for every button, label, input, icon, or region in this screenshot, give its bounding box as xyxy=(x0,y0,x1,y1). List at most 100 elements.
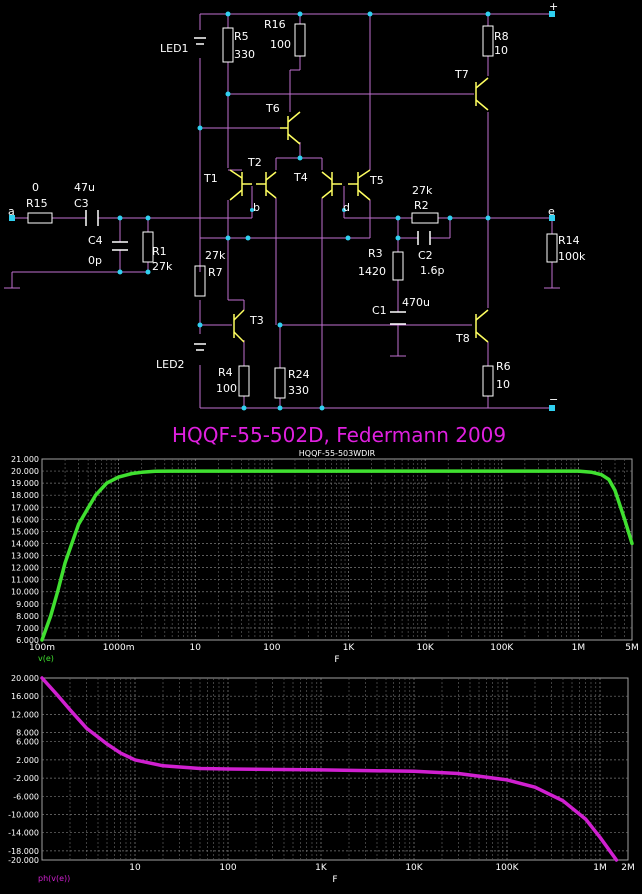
y-tick-label: 18.000 xyxy=(11,491,39,500)
y-tick-label: 8.000 xyxy=(16,612,39,621)
label-T7: T7 xyxy=(454,68,469,81)
transistor-T2 xyxy=(256,171,277,199)
wires xyxy=(11,13,553,409)
label-C4-value: 0p xyxy=(88,254,102,267)
node-e: e xyxy=(548,205,555,218)
y-tick-label: 16.000 xyxy=(11,692,39,701)
transistor-T7 xyxy=(475,77,489,111)
label-R14: R14 xyxy=(558,234,580,247)
label-C1: C1 xyxy=(372,304,387,317)
label-C2-value: 1.6p xyxy=(420,264,444,277)
phase-chart: 20.000 16.000 12.000 8.0006.000 2.000 -2.000 -… xyxy=(8,674,635,885)
resistor-R16 xyxy=(294,23,306,57)
label-R1: R1 xyxy=(152,245,167,258)
label-R8: R8 xyxy=(494,30,509,43)
x-tick-label: 1K xyxy=(315,863,328,873)
label-C2: C2 xyxy=(418,249,433,262)
label-R24-value: 330 xyxy=(288,384,309,397)
y-tick-label: 16.000 xyxy=(11,515,39,524)
y-tick-label: 8.000 xyxy=(16,729,39,738)
label-C3-value: 47u xyxy=(74,181,95,194)
terminals xyxy=(9,11,555,411)
label-R5-value: 330 xyxy=(234,48,255,61)
y-tick-label: -20.000 xyxy=(8,856,39,865)
transistor-T8 xyxy=(475,309,489,343)
resistor-R4 xyxy=(238,365,250,397)
y-tick-label: -18.000 xyxy=(8,847,39,856)
x-tick-label: 100m xyxy=(29,643,55,653)
label-LED1: LED1 xyxy=(160,42,189,55)
label-R7-value: 27k xyxy=(205,249,226,262)
node-b: b xyxy=(253,201,260,214)
label-R6-value: 10 xyxy=(496,378,510,391)
label-R16-value: 100 xyxy=(270,38,291,51)
label-R16: R16 xyxy=(264,18,286,31)
label-R4-value: 100 xyxy=(216,382,237,395)
y-tick-label: -6.000 xyxy=(13,792,39,801)
y-tick-label: 14.000 xyxy=(11,539,39,548)
y-tick-label: -14.000 xyxy=(8,829,39,838)
label-R15-value: 0 xyxy=(32,181,39,194)
x-tick-label: 1M xyxy=(593,863,607,873)
x-axis-label: F xyxy=(332,875,337,885)
page-title: HQQF-55-502D, Federmann 2009 xyxy=(172,423,506,447)
resistor-R15 xyxy=(27,212,53,224)
y-tick-label: 19.000 xyxy=(11,479,39,488)
y-tick-label: 20.000 xyxy=(11,674,39,683)
node-d: d xyxy=(343,201,350,214)
label-T5: T5 xyxy=(369,174,384,187)
label-R8-value: 10 xyxy=(494,44,508,57)
resistor-R6 xyxy=(482,365,494,397)
label-R2: R2 xyxy=(414,199,429,212)
resistor-R3 xyxy=(392,251,404,281)
resistor-R14 xyxy=(546,233,558,263)
label-R3-value: 1420 xyxy=(358,265,386,278)
y-tick-label: 6.000 xyxy=(16,738,39,747)
transistor-T3 xyxy=(233,309,245,343)
label-LED2: LED2 xyxy=(156,358,185,371)
label-R4: R4 xyxy=(218,366,233,379)
label-T8: T8 xyxy=(455,332,470,345)
label-R3: R3 xyxy=(368,247,383,260)
label-R15: R15 xyxy=(26,197,48,210)
y-tick-label: 7.000 xyxy=(16,624,39,633)
y-tick-label: 20.000 xyxy=(11,467,39,476)
resistor-R5 xyxy=(222,27,234,63)
label-R7: R7 xyxy=(208,266,223,279)
y-tick-label: 11.000 xyxy=(11,576,39,585)
y-tick-label: 12.000 xyxy=(11,564,39,573)
node-minus: − xyxy=(549,393,558,406)
label-R5: R5 xyxy=(234,30,249,43)
label-T3: T3 xyxy=(249,314,264,327)
x-tick-label: 10 xyxy=(129,863,141,873)
label-R1-value: 27k xyxy=(152,260,173,273)
resistor-R24 xyxy=(274,367,286,399)
transistor-T6 xyxy=(280,111,301,145)
label-R6: R6 xyxy=(496,360,511,373)
y-tick-label: 13.000 xyxy=(11,552,39,561)
y-tick-label: 9.000 xyxy=(16,600,39,609)
y-tick-label: 21.000 xyxy=(11,455,39,464)
circuit-schematic: a b d e + − 0 R15 47u C3 C4 0p R1 27k LE… xyxy=(4,0,586,447)
y-tick-label: -2.000 xyxy=(13,774,39,783)
y-tick-label: 10.000 xyxy=(11,588,39,597)
transistor-T1 xyxy=(229,169,252,201)
y-axis-label: ph(v(e)) xyxy=(38,874,70,883)
x-tick-label: 10 xyxy=(190,643,202,653)
x-tick-label: 5M xyxy=(625,643,639,653)
y-tick-label: 15.000 xyxy=(11,527,39,536)
x-tick-label: 1M xyxy=(572,643,586,653)
label-R24: R24 xyxy=(288,368,310,381)
label-R2-value: 27k xyxy=(412,184,433,197)
y-tick-label: -10.000 xyxy=(8,811,39,820)
resistor-R8 xyxy=(482,25,494,57)
y-tick-label: 2.000 xyxy=(16,756,39,765)
x-tick-label: 100 xyxy=(219,863,236,873)
label-T6: T6 xyxy=(265,102,280,115)
label-C4: C4 xyxy=(88,234,103,247)
label-C3: C3 xyxy=(74,197,89,210)
resistor-R2 xyxy=(411,212,439,224)
x-tick-label: 100K xyxy=(495,863,519,873)
node-a: a xyxy=(8,205,15,218)
transistor-T5 xyxy=(348,169,371,201)
